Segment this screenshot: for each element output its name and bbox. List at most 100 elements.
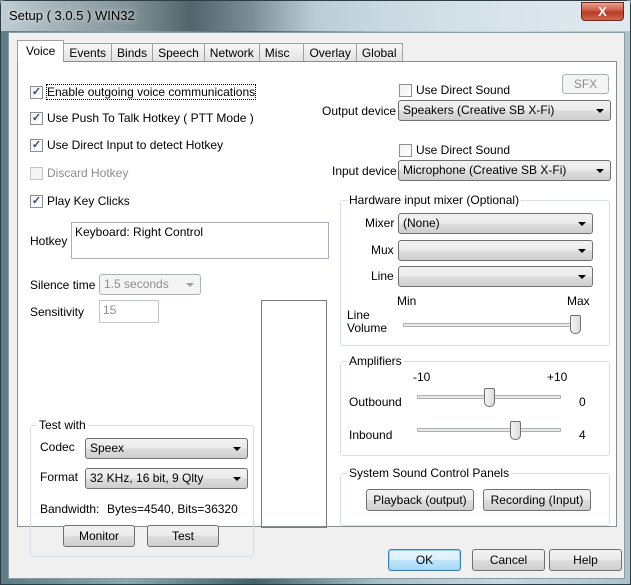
- mux-label: Mux: [371, 243, 394, 257]
- discard-hotkey-checkbox: Discard Hotkey: [30, 166, 128, 180]
- codec-label: Codec: [40, 440, 75, 454]
- silence-time-value: 1.5 seconds: [104, 277, 169, 291]
- amplifiers-group: Amplifiers -10 +10 Outbound 0 Inbound 4: [340, 354, 610, 456]
- inbound-value: 4: [579, 428, 586, 442]
- slider-track: [403, 323, 581, 327]
- push-to-talk-checkbox[interactable]: ✓ Use Push To Talk Hotkey ( PTT Mode ): [30, 111, 254, 125]
- close-icon: X: [598, 4, 607, 19]
- outbound-label: Outbound: [349, 395, 402, 409]
- system-sound-title: System Sound Control Panels: [347, 466, 512, 480]
- input-direct-sound-checkbox[interactable]: Use Direct Sound: [399, 143, 510, 157]
- recording-input-button[interactable]: Recording (Input): [483, 489, 591, 511]
- voice-level-meter: [261, 300, 327, 528]
- line-select[interactable]: [398, 266, 593, 287]
- checkbox-label: Use Direct Sound: [416, 83, 511, 97]
- chevron-down-icon: [578, 222, 586, 226]
- window-title: Setup ( 3.0.5 ) WIN32: [9, 8, 135, 23]
- tab-speech[interactable]: Speech: [152, 43, 205, 62]
- test-with-title: Test with: [37, 418, 88, 432]
- checkbox-checked-icon: ✓: [30, 194, 43, 208]
- silence-time-select: 1.5 seconds: [99, 274, 201, 295]
- chevron-down-icon: [578, 275, 586, 279]
- format-value: 32 KHz, 16 bit, 9 Qlty: [90, 471, 204, 485]
- line-volume-max-label: Max: [567, 294, 590, 308]
- input-device-value: Microphone (Creative SB X-Fi): [403, 163, 567, 177]
- setup-window: Setup ( 3.0.5 ) WIN32 X Voice Events Bin…: [0, 0, 631, 585]
- tab-misc[interactable]: Misc: [258, 43, 305, 62]
- chevron-down-icon: [596, 169, 604, 173]
- voice-panel: ✓ Enable outgoing voice communications ✓…: [17, 61, 617, 557]
- ok-button[interactable]: OK: [388, 549, 461, 571]
- checkbox-label: Enable outgoing voice communications: [45, 84, 257, 100]
- inbound-slider[interactable]: [417, 421, 561, 441]
- mixer-select[interactable]: (None): [398, 213, 593, 234]
- cancel-button[interactable]: Cancel: [472, 549, 545, 571]
- line-label: Line: [371, 269, 394, 283]
- sensitivity-label: Sensitivity: [30, 305, 85, 319]
- enable-outgoing-voice-checkbox[interactable]: ✓ Enable outgoing voice communications: [30, 84, 257, 100]
- slider-thumb[interactable]: [483, 388, 495, 407]
- input-device-select[interactable]: Microphone (Creative SB X-Fi): [398, 160, 611, 181]
- checkbox-label: Use Push To Talk Hotkey ( PTT Mode ): [47, 111, 254, 125]
- slider-track: [417, 428, 561, 432]
- mixer-value: (None): [403, 216, 440, 230]
- output-direct-sound-checkbox[interactable]: Use Direct Sound: [399, 83, 510, 97]
- checkbox-unchecked-icon: [399, 83, 412, 97]
- output-device-select[interactable]: Speakers (Creative SB X-Fi): [398, 100, 611, 121]
- playback-output-button[interactable]: Playback (output): [366, 489, 474, 511]
- title-bar[interactable]: Setup ( 3.0.5 ) WIN32 X: [1, 1, 630, 31]
- checkbox-checked-icon: ✓: [30, 138, 43, 152]
- tab-network[interactable]: Network: [203, 43, 260, 62]
- checkbox-checked-icon: ✓: [30, 111, 43, 125]
- checkbox-checked-icon: ✓: [30, 85, 43, 99]
- checkbox-label: Use Direct Input to detect Hotkey: [47, 138, 224, 152]
- outbound-value: 0: [579, 395, 586, 409]
- mixer-label: Mixer: [365, 216, 395, 230]
- mux-select[interactable]: [398, 240, 593, 261]
- tab-binds[interactable]: Binds: [111, 43, 154, 62]
- inbound-label: Inbound: [349, 428, 393, 442]
- slider-thumb[interactable]: [510, 421, 522, 440]
- amplifier-min-label: -10: [413, 370, 431, 384]
- tab-events[interactable]: Events: [63, 43, 113, 62]
- line-volume-label-line: Line: [347, 308, 370, 322]
- help-button[interactable]: Help: [549, 549, 622, 571]
- test-with-group: Test with Codec Speex Format 32 KHz, 16 …: [30, 418, 254, 557]
- hotkey-label: Hotkey: [30, 234, 68, 248]
- line-volume-min-label: Min: [397, 294, 417, 308]
- output-device-label: Output device: [322, 104, 397, 118]
- amplifier-max-label: +10: [547, 370, 568, 384]
- codec-value: Speex: [90, 441, 125, 455]
- amplifiers-title: Amplifiers: [347, 354, 404, 368]
- direct-input-hotkey-checkbox[interactable]: ✓ Use Direct Input to detect Hotkey: [30, 138, 223, 152]
- hardware-mixer-title: Hardware input mixer (Optional): [347, 193, 522, 207]
- line-volume-label-volume: Volume: [347, 321, 388, 335]
- monitor-button[interactable]: Monitor: [63, 525, 135, 547]
- format-select[interactable]: 32 KHz, 16 bit, 9 Qlty: [85, 468, 248, 489]
- sfx-button: SFX: [562, 74, 609, 94]
- tab-global[interactable]: Global: [355, 43, 403, 62]
- slider-thumb[interactable]: [570, 315, 581, 334]
- play-key-clicks-checkbox[interactable]: ✓ Play Key Clicks: [30, 194, 130, 208]
- chevron-down-icon: [186, 283, 194, 287]
- outbound-slider[interactable]: [417, 388, 561, 408]
- chevron-down-icon: [596, 109, 604, 113]
- chevron-down-icon: [233, 477, 241, 481]
- chevron-down-icon: [233, 447, 241, 451]
- dialog-client: Voice Events Binds Speech Network Misc O…: [8, 32, 625, 579]
- silence-time-label: Silence time: [30, 278, 96, 292]
- tab-strip: Voice Events Binds Speech Network Misc O…: [17, 40, 403, 62]
- tab-overlay[interactable]: Overlay: [303, 43, 357, 62]
- line-volume-slider[interactable]: [403, 315, 581, 335]
- codec-select[interactable]: Speex: [85, 438, 248, 459]
- hotkey-field[interactable]: Keyboard: Right Control: [71, 222, 329, 259]
- checkbox-label: Play Key Clicks: [47, 194, 130, 208]
- test-button[interactable]: Test: [147, 525, 219, 547]
- input-device-label: Input device: [332, 164, 397, 178]
- checkbox-unchecked-icon: [30, 166, 43, 180]
- sensitivity-field: 15: [99, 300, 159, 323]
- chevron-down-icon: [578, 249, 586, 253]
- close-button[interactable]: X: [581, 2, 624, 21]
- tab-voice[interactable]: Voice: [17, 40, 65, 62]
- output-device-value: Speakers (Creative SB X-Fi): [403, 103, 555, 117]
